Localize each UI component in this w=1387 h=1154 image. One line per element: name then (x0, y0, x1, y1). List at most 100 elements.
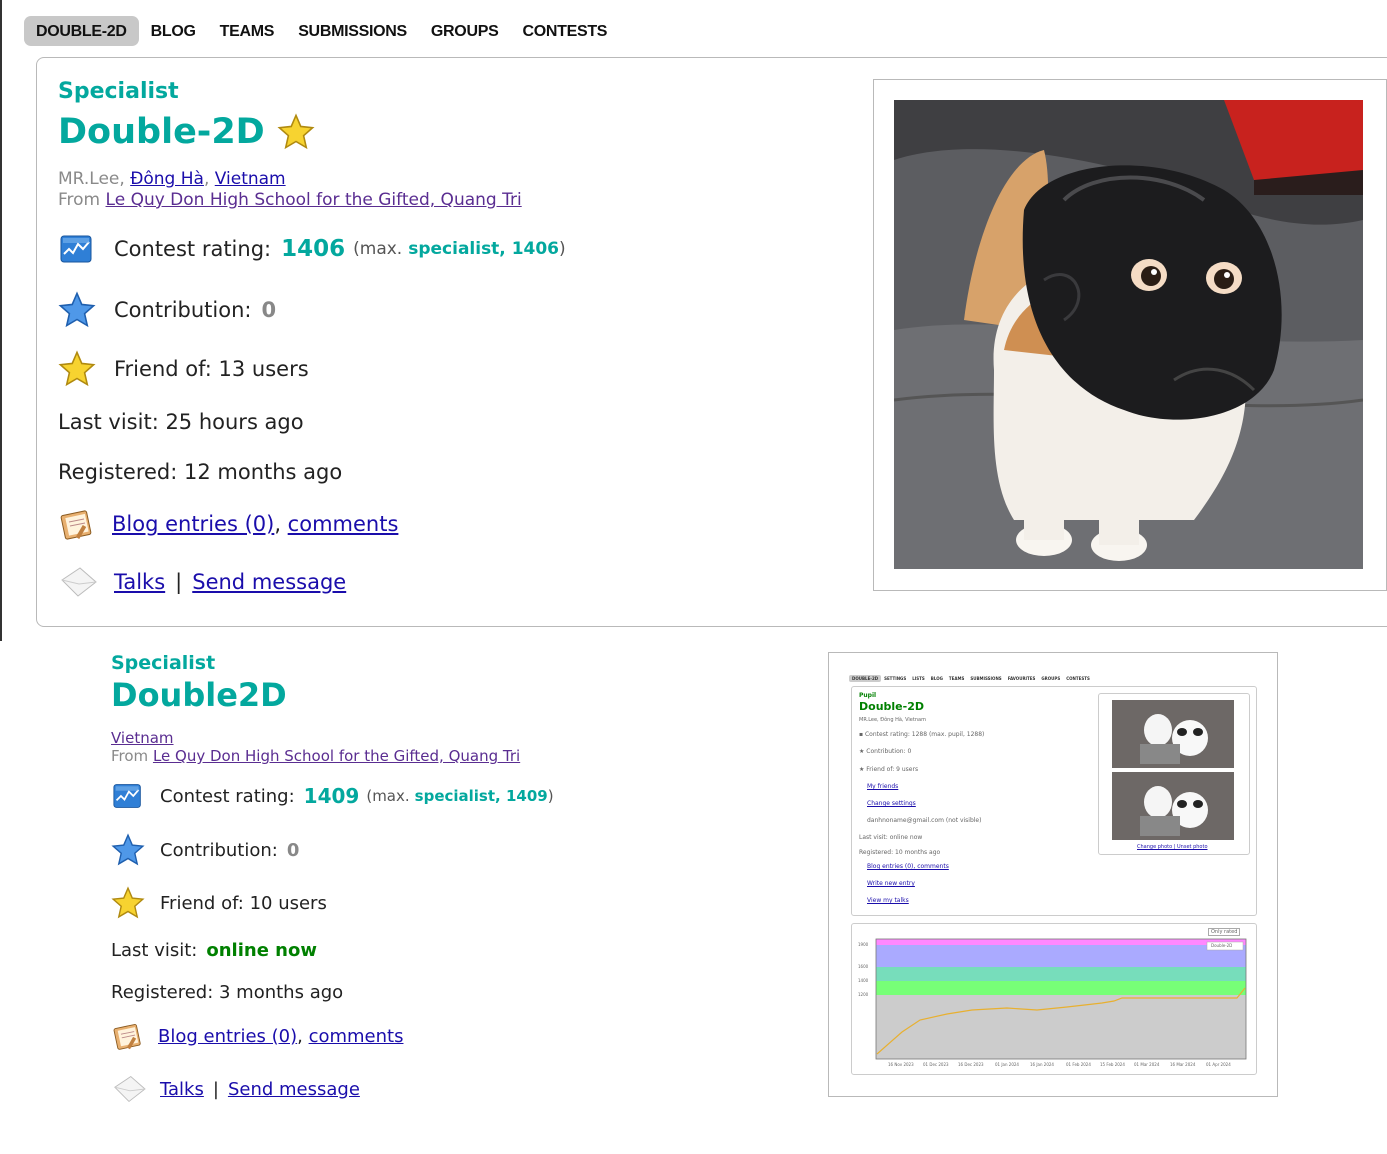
mini-location: MR.Lee, Đông Hà, Vietnam (859, 717, 926, 723)
rating-graph-icon (58, 232, 96, 266)
mini-tab: LISTS (912, 676, 925, 681)
max-prefix: (max. (353, 239, 403, 259)
max-rating-value: specialist, 1409 (414, 787, 548, 805)
max-prefix: (max. (366, 787, 410, 805)
mini-tab: BLOG (930, 676, 943, 681)
contribution-value: 0 (261, 298, 277, 322)
left-border-line (0, 0, 2, 641)
mini-x-tick: 16 Mar 2024 (1170, 1062, 1196, 1067)
mini-view-talks: View my talks (867, 897, 909, 904)
mini-rating-chart: Only rated Double-2D 1900 1600 1400 1200… (851, 923, 1257, 1075)
user-rank: Specialist (58, 79, 179, 104)
star-icon (111, 886, 145, 920)
talks-link[interactable]: Talks (114, 570, 165, 594)
mini-x-tick: 01 Mar 2024 (1134, 1062, 1160, 1067)
mini-x-tick: 15 Feb 2024 (1100, 1062, 1125, 1067)
registered-text: Registered: 3 months ago (111, 982, 344, 1003)
last-visit-text: Last visit: 25 hours ago (58, 410, 304, 434)
contribution-label: Contribution: (114, 298, 252, 322)
country-link[interactable]: Vietnam (215, 169, 286, 189)
tab-blog[interactable]: BLOG (139, 16, 208, 46)
mini-x-tick: 16 Nov 2023 (888, 1062, 914, 1067)
tab-teams[interactable]: TEAMS (208, 16, 287, 46)
mini-my-friends: My friends (867, 783, 899, 790)
organization-link[interactable]: Le Quy Don High School for the Gifted, Q… (106, 190, 522, 210)
mini-handle: Double-2D (859, 700, 924, 713)
blue-star-icon (111, 833, 145, 867)
send-message-link[interactable]: Send message (192, 570, 346, 594)
organization-link[interactable]: Le Quy Don High School for the Gifted, Q… (153, 747, 520, 765)
tab-submissions[interactable]: SUBMISSIONS (286, 16, 419, 46)
mini-friend-of: ★ Friend of: 9 users (859, 766, 919, 773)
contest-rating-value: 1406 (281, 236, 346, 262)
mini-nav: DOUBLE-2D SETTINGS LISTS BLOG TEAMS SUBM… (849, 675, 1093, 682)
talks-row: Talks | Send message (111, 1073, 360, 1105)
city-link[interactable]: Đông Hà (130, 169, 204, 189)
mini-y-tick: 1400 (858, 978, 869, 983)
blog-row: Blog entries (0), comments (111, 1021, 403, 1051)
comments-link[interactable]: comments (309, 1026, 404, 1047)
user-handle-row: Double-2D (58, 112, 315, 152)
online-status: online now (206, 940, 317, 961)
mini-email: danhnoname@gmail.com (not visible) (867, 817, 982, 824)
mini-chart-plot (875, 938, 1247, 1060)
tab-groups[interactable]: GROUPS (419, 16, 511, 46)
tab-handle[interactable]: DOUBLE-2D (24, 16, 139, 46)
comments-link[interactable]: comments (288, 512, 399, 536)
mini-contribution: ★ Contribution: 0 (859, 748, 912, 755)
max-suffix: ) (559, 239, 566, 259)
user-location: MR.Lee, Đông Hà, Vietnam (58, 169, 286, 189)
user-organization: From Le Quy Don High School for the Gift… (111, 747, 520, 765)
comma-separator: , (274, 512, 288, 536)
blue-star-icon (58, 291, 96, 329)
mini-bears-photo (1112, 700, 1234, 840)
mini-friend-of-text: Friend of: 9 users (866, 766, 919, 773)
comma-separator: , (297, 1025, 309, 1047)
mini-y-tick: 1600 (858, 964, 869, 969)
mini-tab: DOUBLE-2D (849, 675, 882, 682)
user-location: Vietnam (111, 729, 174, 747)
mini-x-tick: 01 Apr 2024 (1206, 1062, 1231, 1067)
mini-y-tick: 1900 (858, 942, 869, 947)
contest-rating-label: Contest rating: (160, 785, 295, 807)
contest-rating-row: Contest rating: 1409 (max. specialist, 1… (111, 781, 554, 811)
mini-registered: Registered: 10 months ago (859, 849, 941, 856)
mini-x-tick: 01 Dec 2023 (923, 1062, 949, 1067)
registered-row: Registered: 3 months ago (111, 982, 343, 1003)
tab-contests[interactable]: CONTESTS (510, 16, 619, 46)
mini-contribution-text: Contribution: 0 (866, 748, 912, 755)
rating-graph-icon (111, 781, 145, 811)
mini-last-visit: Last visit: online now (859, 834, 923, 841)
talks-link[interactable]: Talks (160, 1079, 204, 1100)
registered-row: Registered: 12 months ago (58, 460, 342, 484)
mini-x-tick: 16 Jan 2024 (1030, 1062, 1054, 1067)
max-rating-value: specialist, 1406 (408, 239, 560, 259)
friend-of-row: Friend of: 13 users (58, 350, 309, 388)
mini-contest-rating-text: Contest rating: 1288 (max. pupil, 1288) (864, 731, 985, 738)
blog-entries-link[interactable]: Blog entries (0) (158, 1026, 297, 1047)
mini-x-tick: 01 Jan 2024 (995, 1062, 1019, 1067)
user-avatar-photo (894, 100, 1363, 569)
from-label: From (111, 747, 149, 765)
star-icon (277, 113, 315, 151)
friend-of-row: Friend of: 10 users (111, 886, 327, 920)
last-visit-row: Last visit: online now (111, 940, 317, 961)
mini-photo-frame: Change photo | Unset photo (1098, 693, 1250, 855)
country-link[interactable]: Vietnam (111, 729, 174, 747)
mini-chart-legend: Double-2D (1211, 943, 1233, 948)
mini-y-tick: 1200 (858, 992, 869, 997)
star-icon (58, 350, 96, 388)
profile-nav: DOUBLE-2D BLOG TEAMS SUBMISSIONS GROUPS … (24, 15, 619, 47)
envelope-icon (111, 1073, 147, 1105)
contribution-label: Contribution: (160, 839, 278, 861)
send-message-link[interactable]: Send message (228, 1079, 360, 1100)
user-name: MR.Lee (58, 169, 120, 189)
mini-x-tick: 16 Dec 2023 (958, 1062, 984, 1067)
user-handle: Double2D (111, 676, 287, 714)
user-photo-frame (873, 79, 1387, 591)
blog-entries-link[interactable]: Blog entries (0) (112, 512, 274, 536)
contest-rating-value: 1409 (303, 784, 360, 808)
contest-rating-label: Contest rating: (114, 237, 272, 261)
mini-tab: CONTESTS (1066, 676, 1090, 681)
max-suffix: ) (547, 787, 554, 805)
